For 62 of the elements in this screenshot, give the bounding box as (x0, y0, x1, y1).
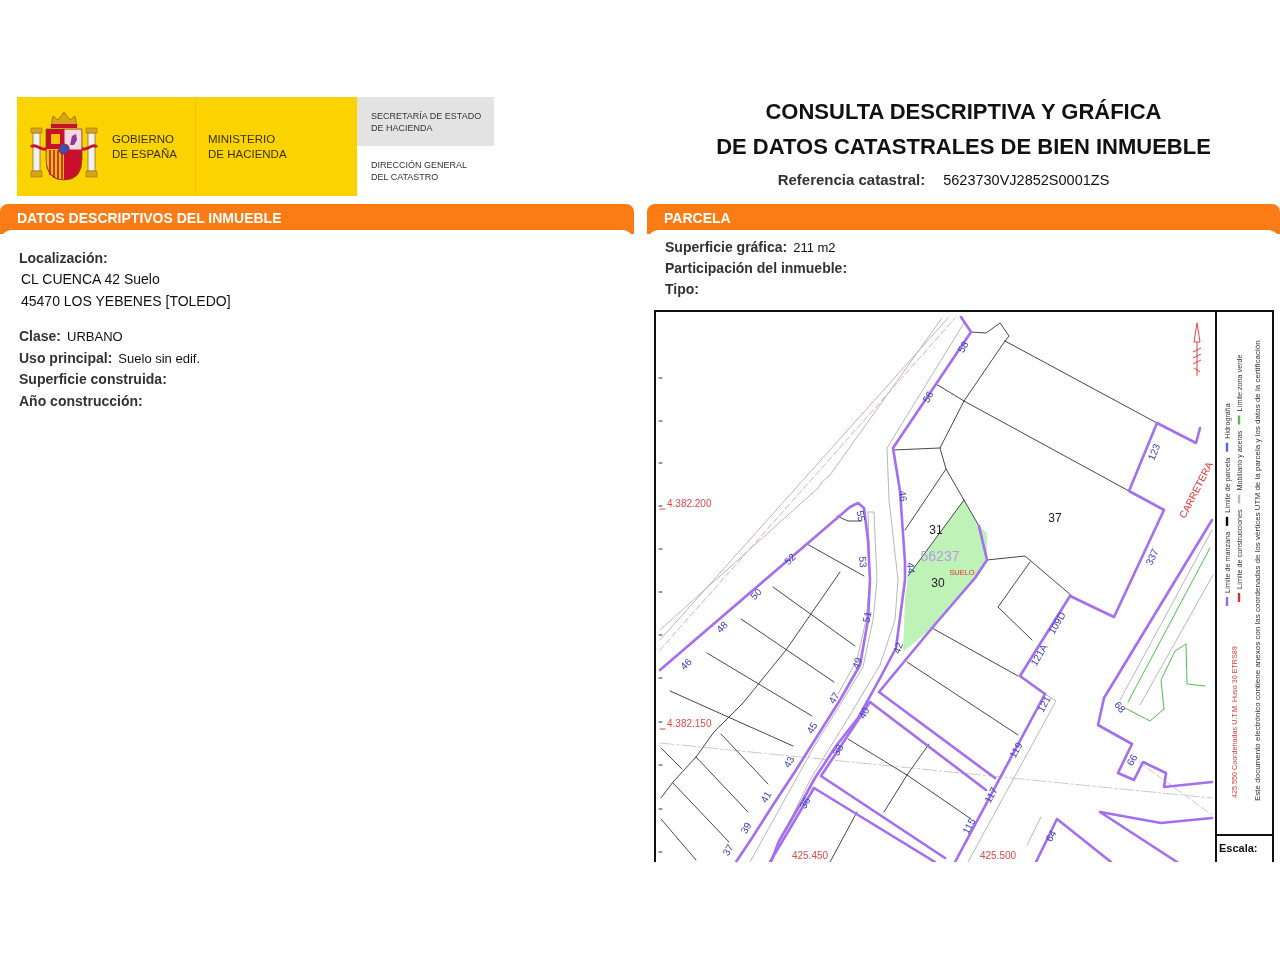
address-line: 45470 LOS YEBENES [TOLEDO] (21, 293, 231, 309)
field-label: Clase: (19, 327, 62, 346)
house-number-label: 46 (678, 656, 694, 672)
house-number-label: 51 (860, 610, 874, 624)
house-number-label: 68 (1112, 699, 1128, 715)
coordinate-label: 425.450 (791, 849, 829, 861)
parcel-number-label: 37 (1048, 511, 1062, 525)
address-line: CL CUENCA 42 Suelo (21, 271, 160, 287)
house-number-label: 50 (748, 586, 764, 602)
field-value: 211 m2 (793, 239, 836, 257)
house-number-label: 43 (781, 754, 797, 770)
house-number-label: 337 (1143, 547, 1161, 567)
field-label: Uso principal: (19, 348, 113, 368)
parcel-number-label: 31 (929, 523, 943, 537)
government-name: GOBIERNO DE ESPAÑA (112, 131, 178, 162)
field-label: Superficie gráfica: (665, 238, 788, 257)
north-arrow-icon (1192, 322, 1202, 377)
reference-value: 5623730VJ2852S0001ZS (943, 172, 1110, 188)
house-number-label: 47 (826, 690, 842, 706)
house-number-label: 123 (1145, 442, 1163, 462)
house-number-label: 117 (982, 785, 1000, 805)
field-label: Tipo: (665, 280, 699, 299)
ministry-name: MINISTERIO DE HACIENDA (208, 131, 287, 162)
house-number-label: 38 (830, 742, 846, 758)
parcel-number-label: 30 (931, 576, 945, 590)
field-value: Suelo sin edif. (118, 349, 201, 368)
field-label: Localización: (19, 250, 108, 266)
house-number-label: 39 (738, 820, 754, 836)
scale-label: Escala: (1219, 842, 1258, 854)
coordinate-label: 4.382.150 (667, 717, 712, 729)
house-number-label: 37 (720, 842, 736, 858)
field-label: Participación del inmueble: (665, 259, 848, 278)
secretariat-name: SECRETARÍA DE ESTADO DE HACIENDA (357, 97, 494, 146)
reference-label: Referencia catastral: (777, 171, 926, 188)
coordinate-label: 425.500 (979, 849, 1017, 861)
house-number-label: 64 (1043, 828, 1059, 844)
house-number-label: 41 (758, 789, 774, 805)
coordinate-label: 4.382.200 (667, 497, 712, 509)
house-number-label: 40 (856, 705, 872, 721)
house-number-label: 115 (960, 816, 978, 836)
house-number-label: 46 (896, 489, 910, 503)
house-number-label: 58 (955, 339, 971, 355)
house-number-label: 42 (890, 640, 906, 656)
document-title: CONSULTA DESCRIPTIVA Y GRÁFICA DE DATOS CATASTRALES DE BIEN INMUEBLE (716, 98, 1211, 161)
directorate-name: DIRECCIÓN GENERAL DEL CATASTRO (370, 159, 469, 184)
house-number-label: 49 (849, 655, 865, 671)
house-number-label: 44 (905, 562, 917, 574)
house-number-label: 56 (920, 389, 936, 405)
house-number-label: 45 (804, 720, 820, 736)
certification-notice: Este documento electrónico contiene anexos con las coordenadas de los vértices UTM de la parcela y los datos de la certificación (1252, 340, 1262, 801)
house-number-label: 119 (1007, 740, 1025, 760)
house-number-label: 121 (1035, 694, 1053, 714)
parcel-reference-label: 56237 (920, 548, 960, 564)
field-value: URBANO (67, 328, 123, 346)
house-number-label: 66 (1124, 752, 1140, 768)
house-number-label: 48 (714, 619, 730, 635)
field-label: Año construcción: (19, 391, 143, 411)
house-number-label: 52 (782, 551, 798, 567)
field-label: Superficie construida: (19, 370, 167, 389)
house-number-label: 55 (854, 509, 868, 523)
house-number-label: 36 (797, 795, 813, 811)
house-number-label: 53 (857, 556, 869, 568)
